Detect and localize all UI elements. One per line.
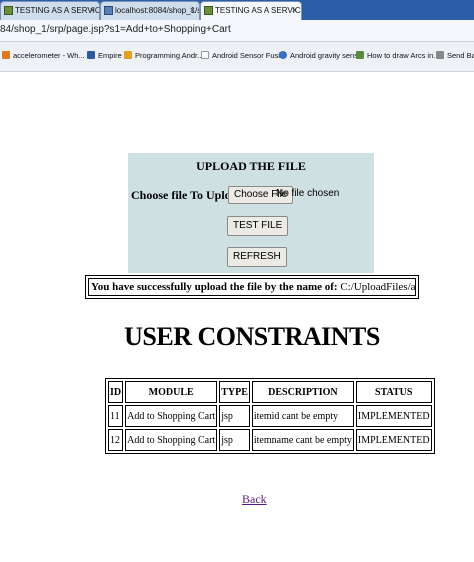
tab-close-icon[interactable]: × xyxy=(292,2,297,19)
uploaded-filename: C:/UploadFiles/add to cart.jsp xyxy=(340,281,416,293)
cell-module: Add to Shopping Cart xyxy=(125,405,218,427)
tab-close-icon[interactable]: × xyxy=(90,2,95,19)
browser-tab-1[interactable]: TESTING AS A SERVICE × xyxy=(0,1,100,20)
cell-status: IMPLEMENTED xyxy=(355,405,432,427)
bookmark-icon xyxy=(2,51,10,59)
table-row: 12 Add to Shopping Cart jsp itemname can… xyxy=(108,429,432,451)
header-description: DESCRIPTION xyxy=(251,381,354,403)
bookmark-6[interactable]: How to draw Arcs in... xyxy=(356,51,440,60)
test-file-button[interactable]: TEST FILE xyxy=(227,216,289,236)
cell-description: itemid cant be empty xyxy=(251,405,354,427)
tab-title: localhost:8084/shop_1/srp xyxy=(115,6,200,15)
bookmark-4[interactable]: Android Sensor Fusi... xyxy=(201,51,286,60)
header-module: MODULE xyxy=(125,381,218,403)
upload-panel: UPLOAD THE FILE Choose file To Upload: C… xyxy=(128,153,374,273)
page-favicon-icon xyxy=(204,6,213,15)
table-row: 11 Add to Shopping Cart jsp itemid cant … xyxy=(108,405,432,427)
upload-success-message: You have successfully upload the file by… xyxy=(88,278,416,296)
bookmark-icon xyxy=(436,51,444,59)
page-favicon-icon xyxy=(104,6,113,15)
header-status: STATUS xyxy=(355,381,432,403)
upload-title: UPLOAD THE FILE xyxy=(196,159,306,173)
browser-tab-bar: TESTING AS A SERVICE × localhost:8084/sh… xyxy=(0,0,474,20)
no-file-chosen-text: No file chosen xyxy=(276,188,340,199)
bookmark-7[interactable]: Send Base xyxy=(436,51,474,60)
bookmark-icon xyxy=(279,51,287,59)
cell-description: itemname cant be empty xyxy=(251,429,354,451)
cell-id: 12 xyxy=(108,429,124,451)
refresh-button[interactable]: REFRESH xyxy=(227,247,287,267)
bookmark-icon xyxy=(124,51,132,59)
bookmark-icon xyxy=(87,51,95,59)
bookmark-3[interactable]: Programming Andr... xyxy=(124,51,203,60)
cell-type: jsp xyxy=(219,405,250,427)
cell-id: 11 xyxy=(108,405,124,427)
cell-module: Add to Shopping Cart xyxy=(125,429,218,451)
bookmark-5[interactable]: Android gravity sens... xyxy=(279,51,364,60)
bookmark-1[interactable]: accelerometer - Wh... xyxy=(2,51,85,60)
header-type: TYPE xyxy=(219,381,250,403)
success-prefix: You have successfully upload the file by… xyxy=(91,281,338,293)
user-constraints-title: USER CONSTRAINTS xyxy=(124,322,380,351)
header-id: ID xyxy=(108,381,124,403)
address-bar[interactable]: 84/shop_1/srp/page.jsp?s1=Add+to+Shoppin… xyxy=(0,20,474,42)
tab-title: TESTING AS A SERVICE xyxy=(215,6,302,15)
constraints-table: ID MODULE TYPE DESCRIPTION STATUS 11 Add… xyxy=(105,378,435,454)
upload-success-box: You have successfully upload the file by… xyxy=(85,275,419,299)
cell-status: IMPLEMENTED xyxy=(355,429,432,451)
tab-title: TESTING AS A SERVICE xyxy=(15,6,100,15)
tab-close-icon[interactable]: × xyxy=(190,2,195,19)
bookmark-icon xyxy=(201,51,209,59)
bookmarks-bar: accelerometer - Wh... Empire Programming… xyxy=(0,42,474,72)
page-favicon-icon xyxy=(4,6,13,15)
back-link[interactable]: Back xyxy=(242,492,267,507)
url-text[interactable]: 84/shop_1/srp/page.jsp?s1=Add+to+Shoppin… xyxy=(0,24,231,35)
browser-tab-3[interactable]: TESTING AS A SERVICE × xyxy=(200,1,302,20)
cell-type: jsp xyxy=(219,429,250,451)
bookmark-2[interactable]: Empire xyxy=(87,51,122,60)
browser-tab-2[interactable]: localhost:8084/shop_1/srp × xyxy=(100,1,200,20)
bookmark-icon xyxy=(356,51,364,59)
table-header-row: ID MODULE TYPE DESCRIPTION STATUS xyxy=(108,381,432,403)
